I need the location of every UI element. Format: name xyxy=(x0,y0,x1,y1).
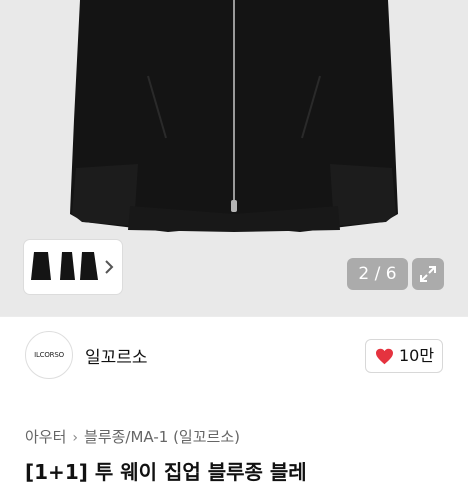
brand-avatar[interactable]: ILCORSO xyxy=(25,331,73,379)
breadcrumb-item-blouson[interactable]: 블루종/MA-1 (일꼬르소) xyxy=(84,428,240,446)
brand-row: ILCORSO 일꼬르소 10만 xyxy=(0,317,468,395)
breadcrumb-item-outer[interactable]: 아우터 xyxy=(25,428,66,446)
brand-name[interactable]: 일꼬르소 xyxy=(85,343,148,368)
expand-image-button[interactable] xyxy=(412,258,444,290)
thumbnail-images[interactable] xyxy=(24,240,104,294)
expand-icon xyxy=(420,266,436,282)
breadcrumb: 아우터 › 블루종/MA-1 (일꼬르소) xyxy=(25,426,240,447)
thumbnail-strip[interactable] xyxy=(24,240,122,294)
heart-icon xyxy=(376,348,393,365)
chevron-right-icon[interactable] xyxy=(104,258,114,276)
brand-logo-text: ILCORSO xyxy=(34,351,64,359)
product-image-gallery[interactable]: 2 / 6 xyxy=(0,0,468,316)
product-title: [1+1] 투 웨이 집업 블루종 블레 xyxy=(25,460,307,484)
like-button[interactable]: 10만 xyxy=(365,339,443,373)
like-count: 10만 xyxy=(399,346,435,365)
image-page-counter: 2 / 6 xyxy=(347,258,408,290)
chevron-right-icon: › xyxy=(72,430,79,446)
